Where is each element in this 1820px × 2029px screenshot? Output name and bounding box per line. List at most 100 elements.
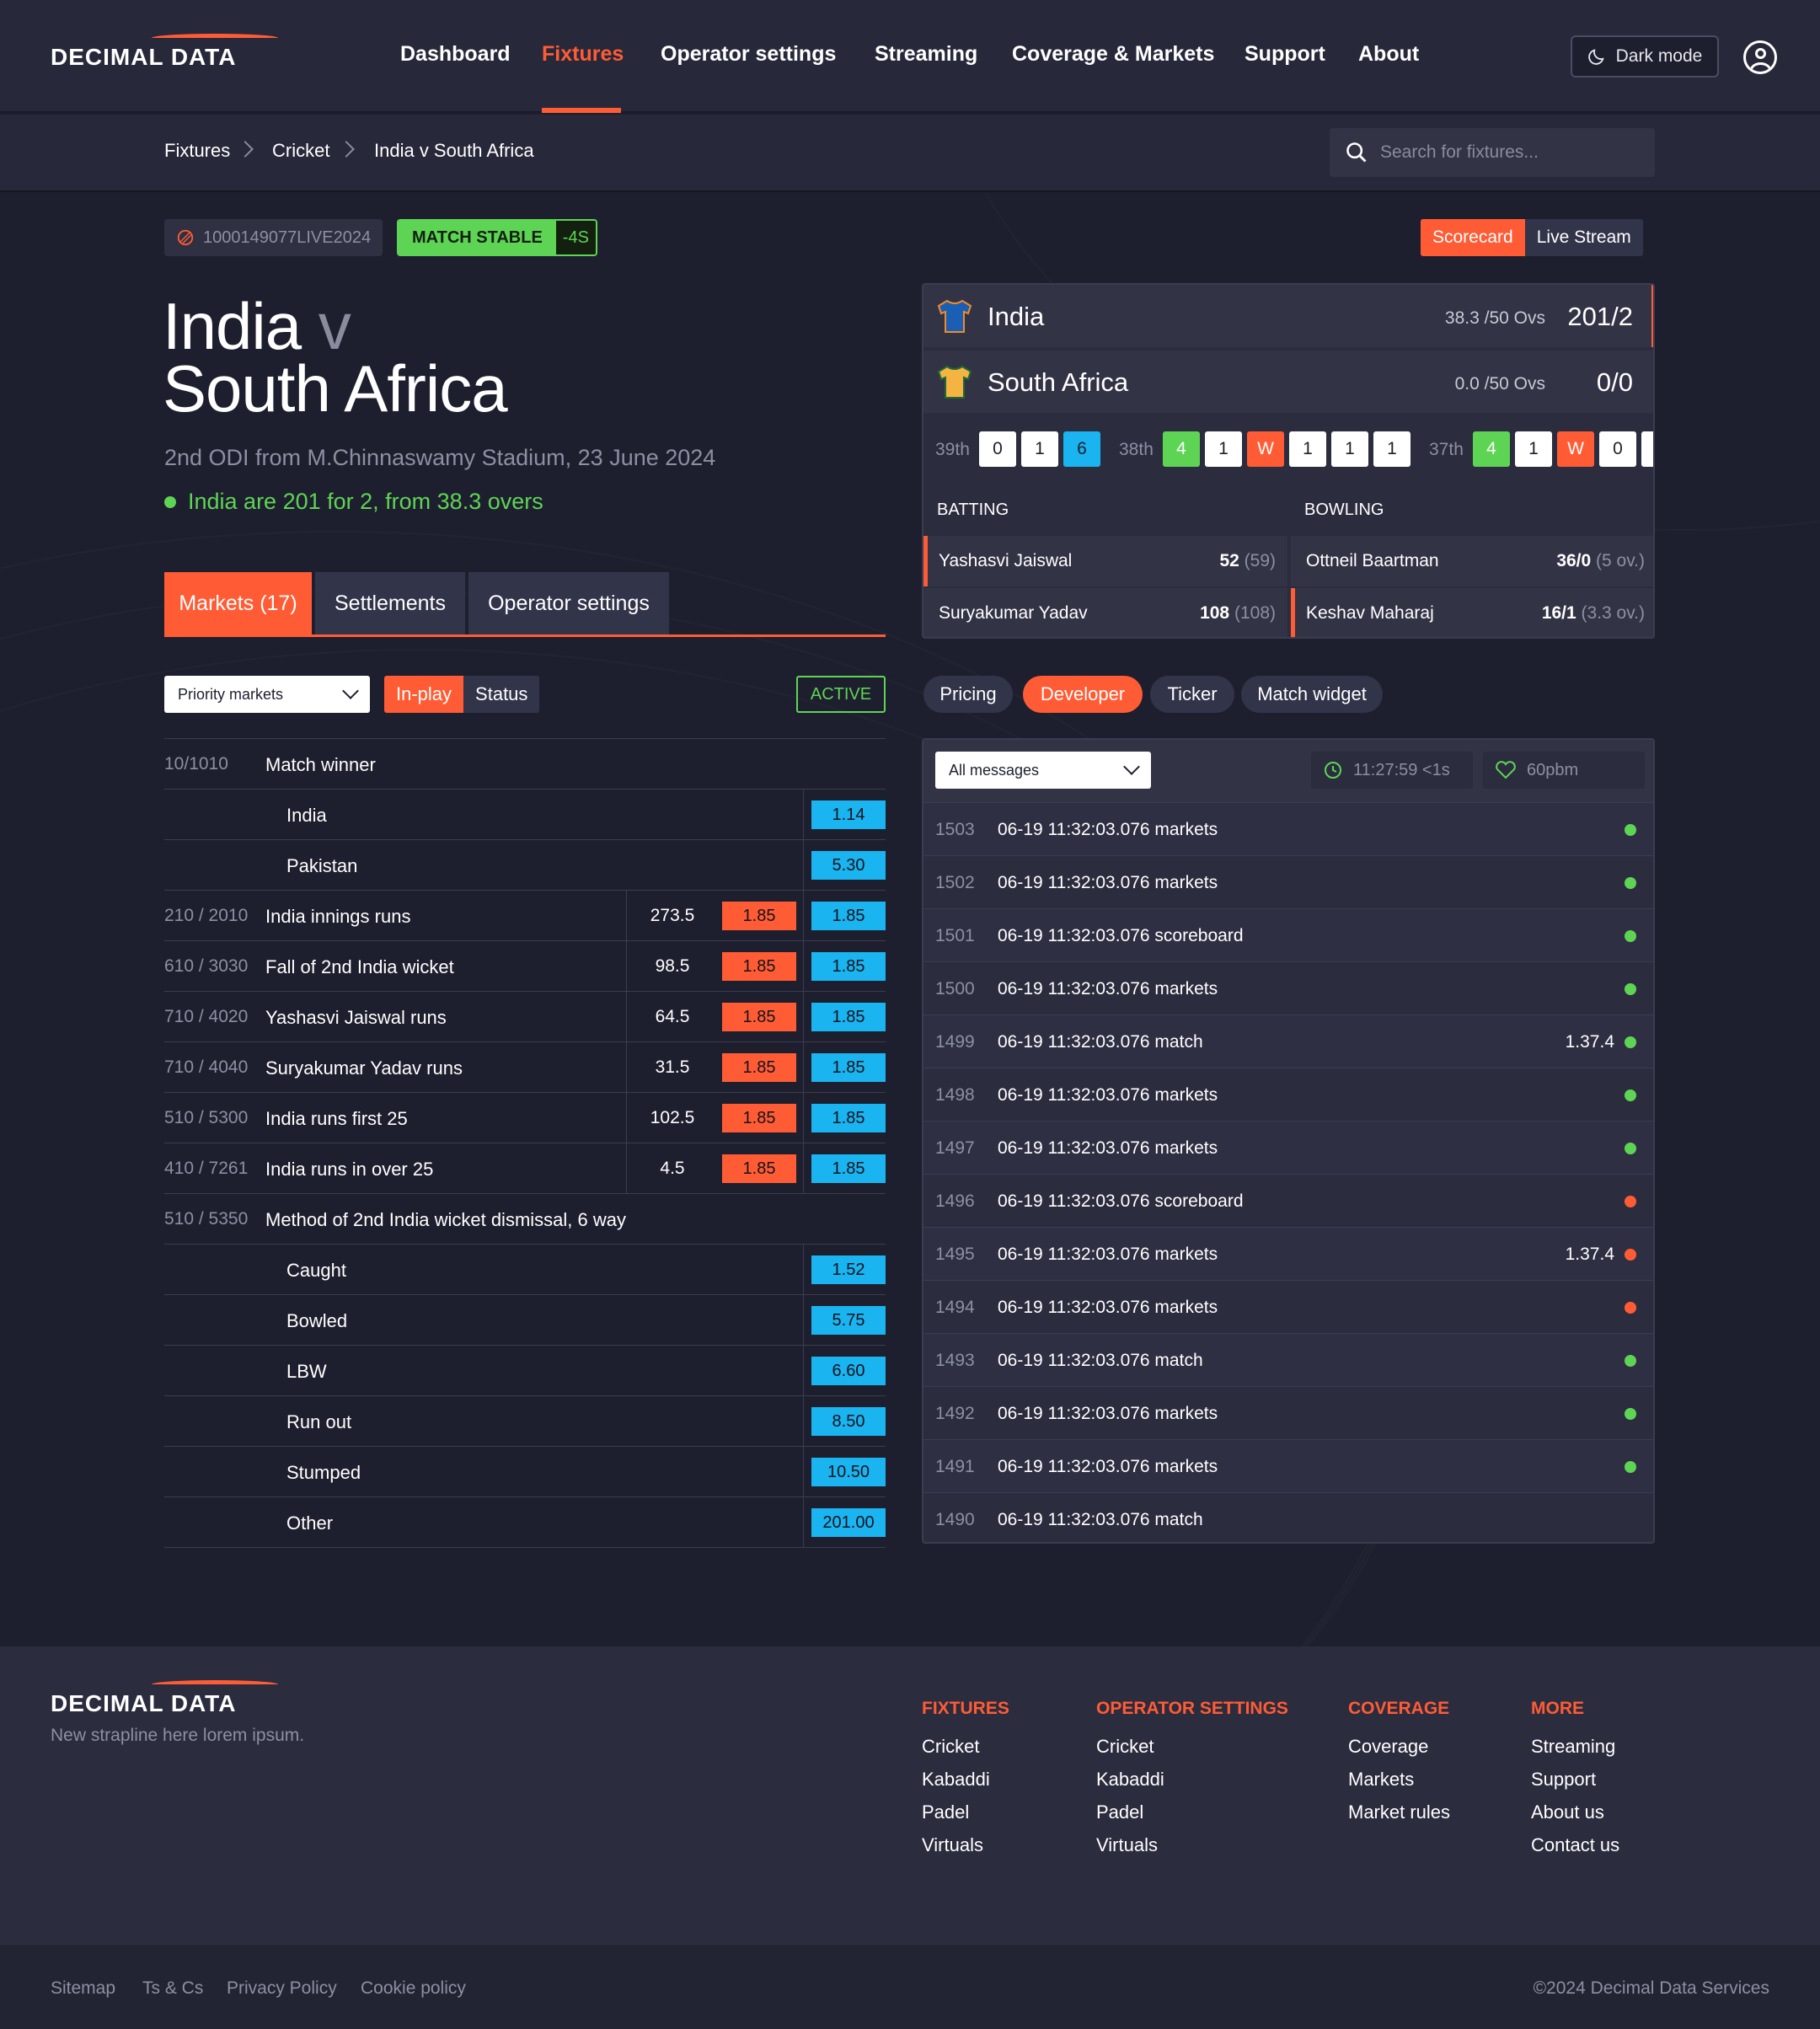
footer-link[interactable]: Streaming xyxy=(1531,1736,1615,1758)
message-row[interactable]: 1490 06-19 11:32:03.076 match xyxy=(923,1492,1653,1542)
message-row[interactable]: 1494 06-19 11:32:03.076 markets xyxy=(923,1280,1653,1333)
fixture-id-badge: 1000149077LIVE2024 xyxy=(164,219,383,256)
lay-price-button[interactable]: 1.85 xyxy=(722,1003,796,1031)
message-row[interactable]: 1495 06-19 11:32:03.076 markets 1.37.4 xyxy=(923,1227,1653,1280)
tab-markets[interactable]: Markets (17) xyxy=(164,572,312,635)
message-text: 06-19 11:32:03.076 match xyxy=(998,1032,1203,1052)
nav-operator-settings[interactable]: Operator settings xyxy=(661,42,836,67)
footer-link[interactable]: Padel xyxy=(1096,1801,1143,1823)
legal-privacy-policy[interactable]: Privacy Policy xyxy=(227,1978,337,1999)
lay-price-button[interactable]: 1.85 xyxy=(722,1053,796,1082)
message-row[interactable]: 1496 06-19 11:32:03.076 scoreboard xyxy=(923,1174,1653,1227)
pill-developer[interactable]: Developer xyxy=(1023,676,1143,713)
toggle-scorecard[interactable]: Scorecard xyxy=(1421,219,1525,256)
dark-mode-label: Dark mode xyxy=(1615,46,1703,66)
back-price-button[interactable]: 1.52 xyxy=(811,1255,886,1284)
lay-price-button[interactable]: 1.85 xyxy=(722,902,796,930)
tab-operator-settings[interactable]: Operator settings xyxy=(468,572,669,635)
footer-link[interactable]: Padel xyxy=(922,1801,969,1823)
back-price-button[interactable]: 6.60 xyxy=(811,1357,886,1385)
back-price-button[interactable]: 201.00 xyxy=(811,1508,886,1537)
footer-link[interactable]: Markets xyxy=(1348,1769,1414,1791)
back-price-button[interactable]: 1.85 xyxy=(811,1053,886,1082)
market-id: 410 / 7261 xyxy=(164,1159,249,1178)
ball-outcome: W xyxy=(1247,431,1284,467)
nav-streaming[interactable]: Streaming xyxy=(875,42,977,67)
back-price-button[interactable]: 1.14 xyxy=(811,800,886,829)
message-text: 06-19 11:32:03.076 scoreboard xyxy=(998,1191,1244,1211)
footer-link[interactable]: Kabaddi xyxy=(922,1769,990,1791)
pill-match-widget[interactable]: Match widget xyxy=(1241,676,1383,713)
nav-coverage-markets[interactable]: Coverage & Markets xyxy=(1012,42,1214,67)
back-price-button[interactable]: 1.85 xyxy=(811,1104,886,1132)
back-price-button[interactable]: 1.85 xyxy=(811,902,886,930)
lay-price-button[interactable]: 1.85 xyxy=(722,1154,796,1183)
message-row[interactable]: 1492 06-19 11:32:03.076 markets xyxy=(923,1386,1653,1439)
toggle-live-stream[interactable]: Live Stream xyxy=(1524,219,1643,256)
lay-price-button[interactable]: 1.85 xyxy=(722,1104,796,1132)
footer-link[interactable]: Virtuals xyxy=(922,1834,983,1856)
footer-link[interactable]: Contact us xyxy=(1531,1834,1619,1856)
back-price-button[interactable]: 5.75 xyxy=(811,1306,886,1335)
legal-ts-cs[interactable]: Ts & Cs xyxy=(142,1978,203,1999)
user-account-icon[interactable] xyxy=(1743,40,1777,74)
tab-underline xyxy=(164,634,886,637)
nav-support[interactable]: Support xyxy=(1245,42,1325,67)
market-line: 102.5 xyxy=(650,1108,695,1127)
message-text: 06-19 11:32:03.076 markets xyxy=(998,1245,1218,1264)
match-stable-delay: -4S xyxy=(555,221,596,254)
footer-link[interactable]: Virtuals xyxy=(1096,1834,1158,1856)
back-price-button[interactable]: 8.50 xyxy=(811,1407,886,1436)
lay-price-button[interactable]: 1.85 xyxy=(722,952,796,981)
message-number: 1503 xyxy=(935,820,975,839)
back-price-button[interactable]: 5.30 xyxy=(811,851,886,880)
footer-link[interactable]: Cricket xyxy=(922,1736,979,1758)
message-row[interactable]: 1501 06-19 11:32:03.076 scoreboard xyxy=(923,908,1653,961)
search-input[interactable] xyxy=(1380,142,1633,163)
pill-pricing[interactable]: Pricing xyxy=(923,676,1013,713)
legal-cookie-policy[interactable]: Cookie policy xyxy=(361,1978,466,1999)
column-divider xyxy=(803,1295,804,1346)
over-label: 38th xyxy=(1119,440,1154,459)
message-row[interactable]: 1502 06-19 11:32:03.076 markets xyxy=(923,855,1653,908)
message-row[interactable]: 1503 06-19 11:32:03.076 markets xyxy=(923,802,1653,855)
back-price-button[interactable]: 1.85 xyxy=(811,1003,886,1031)
back-price-button[interactable]: 1.85 xyxy=(811,1154,886,1183)
pill-ticker[interactable]: Ticker xyxy=(1150,676,1234,713)
footer-link[interactable]: Cricket xyxy=(1096,1736,1154,1758)
scorecard-livestream-toggle: Scorecard Live Stream xyxy=(1421,219,1643,256)
selection-name: Run out xyxy=(286,1411,352,1432)
back-price-button[interactable]: 1.85 xyxy=(811,952,886,981)
nav-dashboard[interactable]: Dashboard xyxy=(400,42,511,67)
footer-link[interactable]: Market rules xyxy=(1348,1801,1450,1823)
batter-name: Yashasvi Jaiswal xyxy=(939,551,1073,570)
breadcrumb-cricket[interactable]: Cricket xyxy=(272,140,329,162)
message-row[interactable]: 1498 06-19 11:32:03.076 markets xyxy=(923,1068,1653,1121)
toggle-status[interactable]: Status xyxy=(463,676,540,713)
ball-outcome: 1 xyxy=(1515,431,1552,467)
legal-sitemap[interactable]: Sitemap xyxy=(51,1978,115,1999)
message-row[interactable]: 1493 06-19 11:32:03.076 match xyxy=(923,1333,1653,1386)
dark-mode-button[interactable]: Dark mode xyxy=(1571,35,1719,78)
ball-outcome: 4 xyxy=(1473,431,1510,467)
message-row[interactable]: 1499 06-19 11:32:03.076 match 1.37.4 xyxy=(923,1014,1653,1068)
message-row[interactable]: 1497 06-19 11:32:03.076 markets xyxy=(923,1121,1653,1174)
footer-link[interactable]: Coverage xyxy=(1348,1736,1428,1758)
message-row[interactable]: 1500 06-19 11:32:03.076 markets xyxy=(923,961,1653,1014)
footer-link[interactable]: Kabaddi xyxy=(1096,1769,1164,1791)
message-row[interactable]: 1491 06-19 11:32:03.076 markets xyxy=(923,1439,1653,1492)
priority-markets-select[interactable]: Priority markets xyxy=(164,676,370,713)
footer-link[interactable]: About us xyxy=(1531,1801,1604,1823)
back-price-button[interactable]: 10.50 xyxy=(811,1458,886,1486)
footer-logo[interactable]: DECIMAL DATA xyxy=(51,1680,278,1717)
market-name: India innings runs xyxy=(265,906,411,927)
nav-fixtures[interactable]: Fixtures xyxy=(542,42,624,67)
footer-link[interactable]: Support xyxy=(1531,1769,1596,1791)
toggle-in-play[interactable]: In-play xyxy=(384,676,464,713)
message-number: 1495 xyxy=(935,1245,975,1264)
tab-settlements[interactable]: Settlements xyxy=(315,572,465,635)
messages-filter-select[interactable]: All messages xyxy=(935,752,1151,789)
breadcrumb-fixtures[interactable]: Fixtures xyxy=(164,140,230,162)
nav-about[interactable]: About xyxy=(1358,42,1419,67)
brand-logo[interactable]: DECIMAL DATA xyxy=(51,34,278,71)
